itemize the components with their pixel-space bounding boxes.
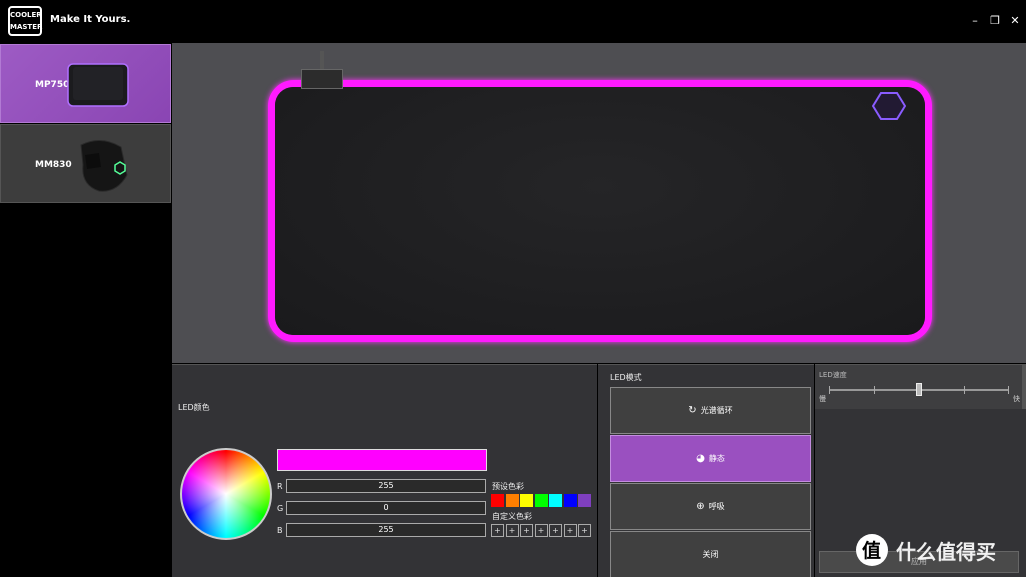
watermark-text: 什么值得买 — [896, 540, 996, 564]
usb-cable — [320, 51, 324, 71]
color-wheel[interactable] — [180, 448, 272, 540]
maximize-button[interactable]: ❐ — [988, 14, 1002, 28]
preset-color-swatch[interactable] — [491, 494, 504, 507]
usb-connector — [301, 69, 343, 89]
slider-tick — [874, 386, 875, 394]
device-item-mp750[interactable]: MP750 — [0, 44, 171, 123]
current-color-swatch — [277, 449, 487, 471]
speed-fast-label: 快 — [1013, 395, 1020, 403]
watermark-badge: 值 — [856, 534, 888, 566]
slider-tick — [1008, 386, 1009, 394]
preset-colors-label: 预设色彩 — [492, 482, 524, 491]
panel-scrollbar[interactable] — [1022, 365, 1026, 409]
custom-color-slot[interactable]: + — [505, 524, 519, 537]
palette-icon: ◕ — [696, 453, 705, 464]
mousepad-preview — [268, 80, 932, 342]
preset-color-swatch[interactable] — [549, 494, 562, 507]
custom-color-slot[interactable]: + — [549, 524, 562, 537]
led-speed-title: LED速度 — [819, 371, 847, 379]
preset-color-swatch[interactable] — [520, 494, 533, 507]
mode-off-button[interactable]: 关闭 — [610, 531, 811, 577]
speed-slider-strip: LED速度 慢 快 — [815, 365, 1022, 409]
mouse-thumbnail-icon — [80, 140, 128, 192]
r-value-field[interactable]: 255 — [286, 479, 486, 493]
close-button[interactable]: ✕ — [1008, 14, 1022, 28]
mode-label: 呼吸 — [708, 502, 725, 511]
minimize-button[interactable]: – — [968, 14, 982, 28]
mode-spectrum-cycle-button[interactable]: ↻ 光谱循环 — [610, 387, 811, 434]
hexagon-logo-icon — [872, 92, 906, 120]
speed-slow-label: 慢 — [819, 395, 826, 403]
preset-color-swatch[interactable] — [578, 494, 591, 507]
device-label: MM830 — [35, 160, 72, 170]
refresh-icon: ↻ — [688, 405, 697, 416]
preset-color-swatch[interactable] — [534, 494, 548, 507]
device-label: MP750 — [35, 80, 70, 90]
custom-color-slot[interactable]: + — [491, 524, 504, 537]
led-mode-title: LED模式 — [610, 373, 642, 382]
g-label: G — [277, 504, 284, 513]
gamepad-icon: ⊕ — [696, 501, 705, 512]
custom-color-slot[interactable]: + — [520, 524, 533, 537]
slider-tick — [964, 386, 965, 394]
device-preview-area — [172, 43, 1026, 363]
custom-color-slot[interactable]: + — [563, 524, 577, 537]
mousepad-surface — [275, 87, 925, 335]
mode-label: 光谱循环 — [700, 406, 733, 415]
led-color-title: LED颜色 — [178, 403, 210, 412]
watermark-glyph: 值 — [862, 540, 882, 562]
g-value-field[interactable]: 0 — [286, 501, 486, 515]
device-sidebar: MP750 MM830 — [0, 43, 172, 577]
b-value-field[interactable]: 255 — [286, 523, 486, 537]
led-color-panel: LED颜色 R 255 G 0 B 255 预设色彩 自定义色彩 + + + + + + + — [172, 364, 597, 577]
mousepad-thumbnail-icon — [67, 63, 129, 107]
speed-slider-thumb[interactable] — [916, 383, 922, 396]
preset-color-swatch[interactable] — [505, 494, 519, 507]
mode-static-button[interactable]: ◕ 静态 — [610, 435, 811, 482]
led-mode-panel: LED模式 ↻ 光谱循环 ◕ 静态 ⊕ 呼吸 关闭 — [598, 364, 814, 577]
mode-breathing-button[interactable]: ⊕ 呼吸 — [610, 483, 811, 530]
slider-tick — [829, 386, 830, 394]
r-label: R — [277, 482, 283, 491]
custom-color-slot[interactable]: + — [534, 524, 548, 537]
mode-label: 静态 — [708, 454, 725, 463]
cooler-master-logo: COOLER MASTER — [8, 6, 42, 36]
app-tagline: Make It Yours. — [50, 14, 131, 25]
preset-color-swatch[interactable] — [563, 494, 577, 507]
b-label: B — [277, 526, 283, 535]
custom-color-slot[interactable]: + — [578, 524, 591, 537]
custom-colors-label: 自定义色彩 — [492, 512, 532, 521]
mode-label: 关闭 — [702, 550, 719, 559]
title-bar: COOLER MASTER Make It Yours. – ❐ ✕ — [0, 0, 1026, 43]
device-item-mm830[interactable]: MM830 — [0, 124, 171, 203]
